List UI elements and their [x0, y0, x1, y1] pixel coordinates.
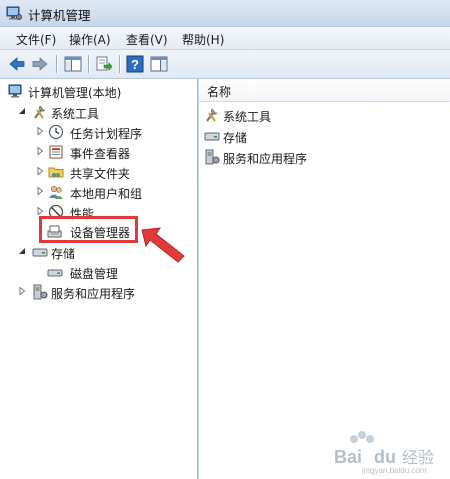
forward-icon[interactable]	[31, 55, 49, 73]
tree-item-event-viewer[interactable]: 事件查看器	[35, 143, 195, 163]
tree-item-system-tools[interactable]: 系统工具	[17, 103, 192, 123]
shared-folder-icon	[48, 167, 64, 178]
help-icon[interactable]: ?	[126, 55, 144, 73]
tree-item-disk-management[interactable]: 磁盘管理	[47, 263, 187, 283]
tree-item-local-users[interactable]: 本地用户和组	[35, 183, 195, 203]
window-title: 计算机管理	[28, 8, 91, 23]
disk-management-icon	[47, 269, 63, 277]
svg-text:?: ?	[131, 57, 139, 72]
back-icon[interactable]	[8, 55, 26, 73]
collapsed-triangle-icon[interactable]	[17, 286, 27, 296]
tools-icon	[34, 105, 46, 119]
storage-icon	[32, 248, 48, 257]
svg-text:du: du	[374, 447, 396, 467]
menu-bar: 文件(F) 操作(A) 查看(V) 帮助(H)	[0, 27, 450, 50]
services-icon	[205, 149, 220, 165]
svg-text:jingyan.baidu.com: jingyan.baidu.com	[361, 466, 427, 475]
users-icon	[49, 185, 63, 199]
console-tree[interactable]: 计算机管理(本地) 系统工具 任务计划程序 事件查看器 共享文件夹 本地用户和组…	[0, 79, 198, 479]
tree-item-root[interactable]: 计算机管理(本地)	[8, 82, 193, 102]
list-item-label: 服务和应用程序	[223, 152, 308, 166]
menu-view[interactable]: 查看(V)	[126, 31, 168, 48]
tree-label-services-apps: 服务和应用程序	[51, 287, 136, 301]
tree-label-shared-folders: 共享文件夹	[70, 167, 131, 181]
svg-text:Bai: Bai	[334, 447, 362, 467]
baidu-jingyan-watermark: Bai du 经验 jingyan.baidu.com	[334, 431, 434, 475]
show-hide-console-tree-icon[interactable]	[64, 55, 82, 73]
list-item-label: 存储	[223, 131, 248, 145]
tree-label-local-users: 本地用户和组	[70, 187, 143, 201]
tree-item-task-scheduler[interactable]: 任务计划程序	[35, 123, 195, 143]
tree-label-task-scheduler: 任务计划程序	[70, 127, 143, 141]
expanded-triangle-icon[interactable]	[17, 106, 27, 116]
computer-management-icon	[6, 6, 22, 20]
tree-label-storage: 存储	[51, 247, 76, 261]
clock-icon	[48, 124, 64, 140]
collapsed-triangle-icon[interactable]	[35, 206, 45, 216]
menu-action[interactable]: 操作(A)	[69, 31, 111, 48]
tree-label-disk-management: 磁盘管理	[70, 267, 119, 281]
column-header-label: 名称	[207, 85, 232, 99]
computer-management-icon	[8, 84, 22, 98]
collapsed-triangle-icon[interactable]	[35, 146, 45, 156]
expanded-triangle-icon[interactable]	[17, 246, 27, 256]
tree-item-shared-folders[interactable]: 共享文件夹	[35, 163, 195, 183]
annotation-arrow-icon	[141, 227, 185, 263]
menu-file[interactable]: 文件(F)	[16, 31, 56, 48]
title-bar[interactable]: 计算机管理	[0, 0, 450, 27]
tree-label-system-tools: 系统工具	[51, 107, 100, 121]
toolbar: ?	[0, 50, 450, 79]
annotation-highlight-box	[39, 216, 138, 243]
column-header-name[interactable]: 名称	[199, 79, 450, 102]
collapsed-triangle-icon[interactable]	[35, 126, 45, 136]
collapsed-triangle-icon[interactable]	[35, 186, 45, 196]
event-viewer-icon	[49, 145, 63, 159]
svg-text:经验: 经验	[402, 448, 434, 467]
show-hide-action-pane-icon[interactable]	[150, 55, 168, 73]
tree-label-event-viewer: 事件查看器	[70, 147, 131, 161]
services-icon	[33, 284, 48, 300]
tree-label-root: 计算机管理(本地)	[28, 86, 122, 100]
export-list-icon[interactable]	[95, 55, 113, 73]
collapsed-triangle-icon[interactable]	[35, 166, 45, 176]
menu-help[interactable]: 帮助(H)	[182, 31, 224, 48]
results-pane[interactable]: 名称 系统工具 存储 服务和应用程序	[199, 79, 450, 479]
storage-icon	[204, 132, 220, 141]
tools-icon	[206, 108, 218, 122]
list-item-label: 系统工具	[223, 110, 272, 124]
tree-item-services-apps[interactable]: 服务和应用程序	[17, 283, 195, 303]
